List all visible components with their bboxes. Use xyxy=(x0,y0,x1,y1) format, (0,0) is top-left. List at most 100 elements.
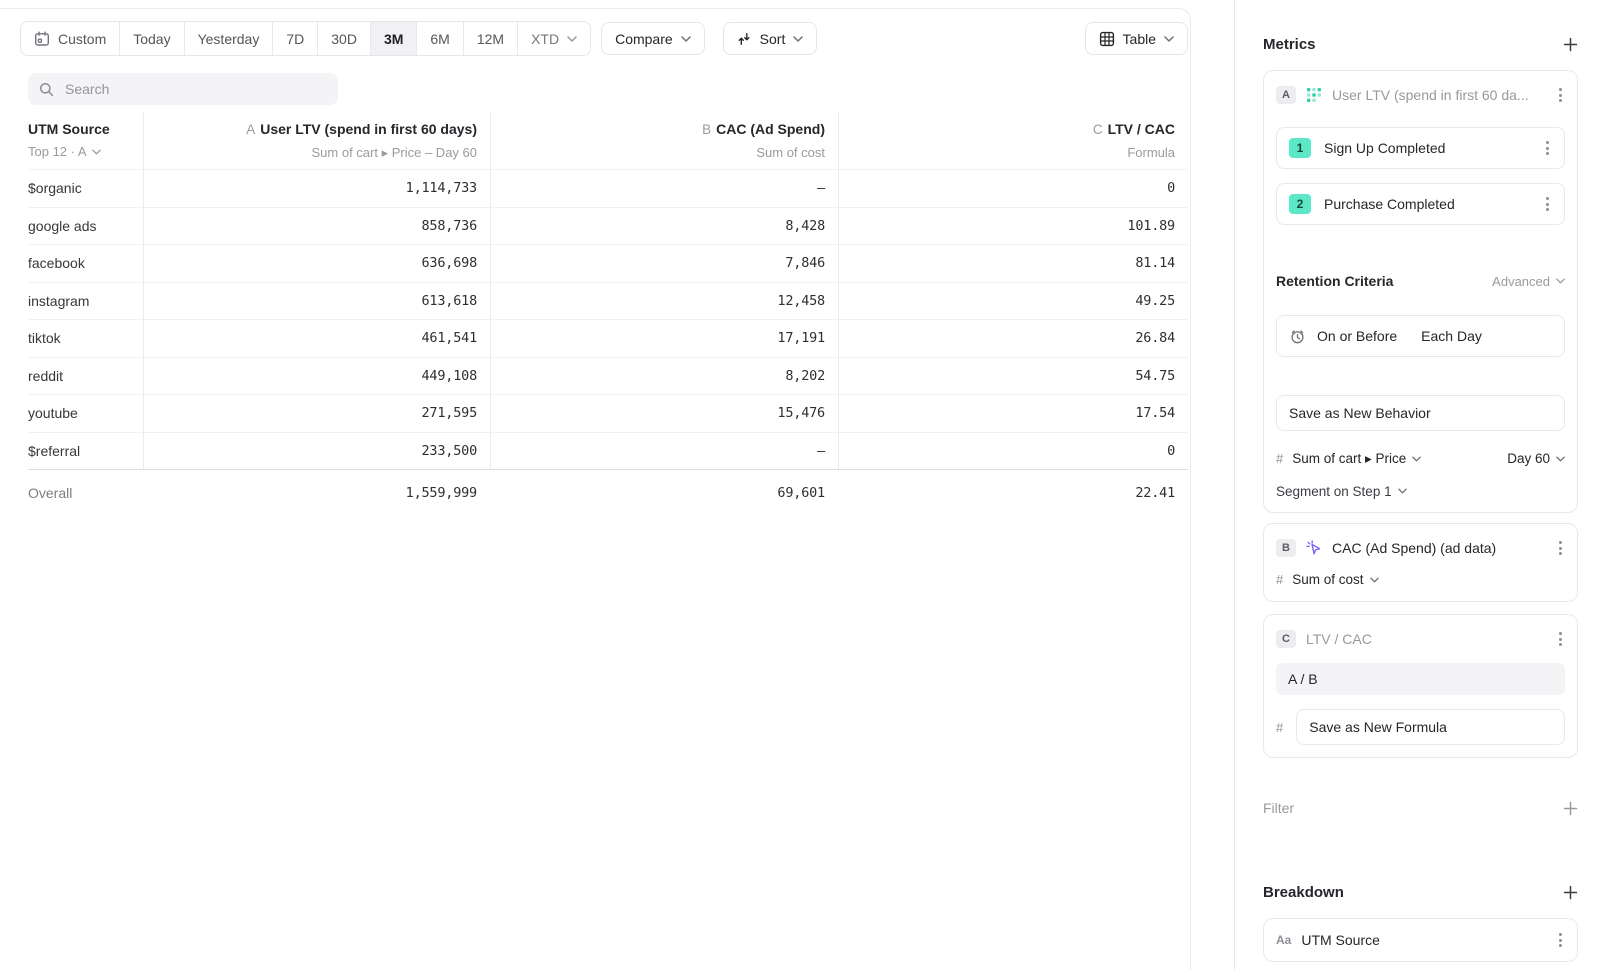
date-range-label: Today xyxy=(133,31,170,47)
kebab-menu-icon[interactable] xyxy=(1556,930,1565,950)
date-range-label: Custom xyxy=(58,31,106,47)
date-range-label: XTD xyxy=(531,31,559,47)
row-label: $organic xyxy=(28,170,143,207)
date-range-label: Yesterday xyxy=(198,31,260,47)
aggregation-property-dropdown[interactable]: Sum of cart ▸ Price xyxy=(1292,451,1421,467)
view-type-button[interactable]: Table xyxy=(1085,22,1188,55)
date-range-label: 12M xyxy=(477,31,504,47)
date-range-custom[interactable]: Custom xyxy=(21,22,120,55)
row-header-subtitle-text: Top 12 · A xyxy=(28,144,87,160)
metric-b-title: CAC (Ad Spend) (ad data) xyxy=(1332,540,1546,556)
date-range-label: 30D xyxy=(331,31,357,47)
save-as-new-formula-button[interactable]: Save as New Formula xyxy=(1296,709,1565,745)
funnel-step-2[interactable]: 2 Purchase Completed xyxy=(1276,183,1565,225)
row-header-cell[interactable]: UTM Source Top 12 · A xyxy=(28,113,143,169)
kebab-menu-icon[interactable] xyxy=(1543,138,1552,158)
add-breakdown-button[interactable] xyxy=(1563,885,1578,900)
row-label: facebook xyxy=(28,245,143,282)
add-filter-button[interactable] xyxy=(1563,801,1578,816)
table-row[interactable]: youtube 271,595 15,476 17.54 xyxy=(28,394,1188,432)
table-row[interactable]: facebook 636,698 7,846 81.14 xyxy=(28,244,1188,282)
funnel-step-1[interactable]: 1 Sign Up Completed xyxy=(1276,127,1565,169)
table-row[interactable]: reddit 449,108 8,202 54.75 xyxy=(28,357,1188,395)
date-range-7d[interactable]: 7D xyxy=(273,22,318,55)
toolbar: Custom Today Yesterday 7D 30D 3M 6M 12M … xyxy=(20,21,1188,56)
metric-b-aggregation-row: # Sum of cost xyxy=(1276,570,1565,589)
chevron-down-icon xyxy=(567,36,577,42)
sort-arrows-icon xyxy=(737,32,752,46)
metric-letter-badge: A xyxy=(1276,86,1296,104)
column-header-c[interactable]: CLTV / CAC Formula xyxy=(838,113,1188,169)
date-range-6m[interactable]: 6M xyxy=(417,22,463,55)
cell-value-a: 613,618 xyxy=(143,283,490,320)
date-range-xtd[interactable]: XTD xyxy=(518,22,590,55)
kebab-menu-icon[interactable] xyxy=(1556,629,1565,649)
column-header-a[interactable]: AUser LTV (spend in first 60 days) Sum o… xyxy=(143,113,490,169)
table-row[interactable]: $organic 1,114,733 – 0 xyxy=(28,169,1188,207)
breakdown-table: UTM Source Top 12 · A AUser LTV (spend i… xyxy=(28,113,1188,516)
report-canvas: Custom Today Yesterday 7D 30D 3M 6M 12M … xyxy=(0,8,1191,970)
kebab-menu-icon[interactable] xyxy=(1543,194,1552,214)
row-label: instagram xyxy=(28,283,143,320)
overall-value-b: 69,601 xyxy=(490,470,838,516)
cell-value-b: – xyxy=(490,433,838,470)
cell-value-a: 233,500 xyxy=(143,433,490,470)
string-property-icon: Aa xyxy=(1276,933,1291,947)
cell-value-c: 101.89 xyxy=(838,208,1188,245)
metric-letter-badge: B xyxy=(1276,539,1296,557)
date-range-segmented-control: Custom Today Yesterday 7D 30D 3M 6M 12M … xyxy=(20,21,591,56)
row-label: reddit xyxy=(28,358,143,395)
date-range-30d[interactable]: 30D xyxy=(318,22,371,55)
retention-behavior-selector[interactable]: On or Before Each Day xyxy=(1276,315,1565,357)
day-window-dropdown[interactable]: Day 60 xyxy=(1507,451,1565,466)
metric-c-header[interactable]: C LTV / CAC xyxy=(1276,627,1565,651)
overall-value-a: 1,559,999 xyxy=(143,470,490,516)
date-range-yesterday[interactable]: Yesterday xyxy=(185,22,274,55)
chevron-down-icon xyxy=(1370,577,1379,583)
table-row[interactable]: instagram 613,618 12,458 49.25 xyxy=(28,282,1188,320)
row-header-subtitle[interactable]: Top 12 · A xyxy=(28,144,143,160)
date-range-today[interactable]: Today xyxy=(120,22,184,55)
row-label: youtube xyxy=(28,395,143,432)
column-subtitle: Sum of cost xyxy=(491,145,825,161)
table-row[interactable]: google ads 858,736 8,428 101.89 xyxy=(28,207,1188,245)
retention-criteria-header: Retention Criteria Advanced xyxy=(1276,271,1565,291)
column-letter: C xyxy=(1093,122,1103,137)
column-letter: B xyxy=(702,122,711,137)
cell-value-a: 461,541 xyxy=(143,320,490,357)
segment-on-step-dropdown[interactable]: Segment on Step 1 xyxy=(1276,482,1565,500)
search-box[interactable] xyxy=(28,73,338,105)
cell-value-a: 449,108 xyxy=(143,358,490,395)
compare-button[interactable]: Compare xyxy=(601,22,705,55)
kebab-menu-icon[interactable] xyxy=(1556,538,1565,558)
breakdown-item-utm-source[interactable]: Aa UTM Source xyxy=(1263,918,1578,962)
table-row[interactable]: $referral 233,500 – 0 xyxy=(28,432,1188,470)
formula-input[interactable]: A / B xyxy=(1276,663,1565,695)
advanced-dropdown[interactable]: Advanced xyxy=(1492,274,1565,289)
date-range-12m[interactable]: 12M xyxy=(464,22,518,55)
compare-label: Compare xyxy=(615,31,673,47)
chevron-down-icon xyxy=(92,149,101,155)
step-number-badge: 1 xyxy=(1289,138,1311,158)
column-subtitle: Formula xyxy=(839,145,1175,161)
date-range-3m-selected[interactable]: 3M xyxy=(371,22,417,55)
table-row[interactable]: tiktok 461,541 17,191 26.84 xyxy=(28,319,1188,357)
cell-value-a: 271,595 xyxy=(143,395,490,432)
date-range-label: 7D xyxy=(286,31,304,47)
sort-button[interactable]: Sort xyxy=(723,22,818,55)
save-as-new-behavior-button[interactable]: Save as New Behavior xyxy=(1276,395,1565,431)
aggregation-property-dropdown[interactable]: Sum of cost xyxy=(1292,572,1378,587)
column-letter: A xyxy=(246,122,255,137)
metric-card-c: C LTV / CAC A / B # Save as New Formula xyxy=(1263,614,1578,758)
add-metric-button[interactable] xyxy=(1563,37,1578,52)
metric-a-header[interactable]: A User LTV (spend in first 60 da... xyxy=(1276,83,1565,107)
row-label: $referral xyxy=(28,433,143,470)
search-input[interactable] xyxy=(63,80,327,98)
save-formula-label: Save as New Formula xyxy=(1309,719,1447,735)
chevron-down-icon xyxy=(1412,456,1421,462)
metric-b-header[interactable]: B CAC (Ad Spend) (ad data) xyxy=(1276,536,1565,560)
column-header-b[interactable]: BCAC (Ad Spend) Sum of cost xyxy=(490,113,838,169)
cell-value-c: 0 xyxy=(838,170,1188,207)
kebab-menu-icon[interactable] xyxy=(1556,85,1565,105)
chevron-down-icon xyxy=(681,36,691,42)
